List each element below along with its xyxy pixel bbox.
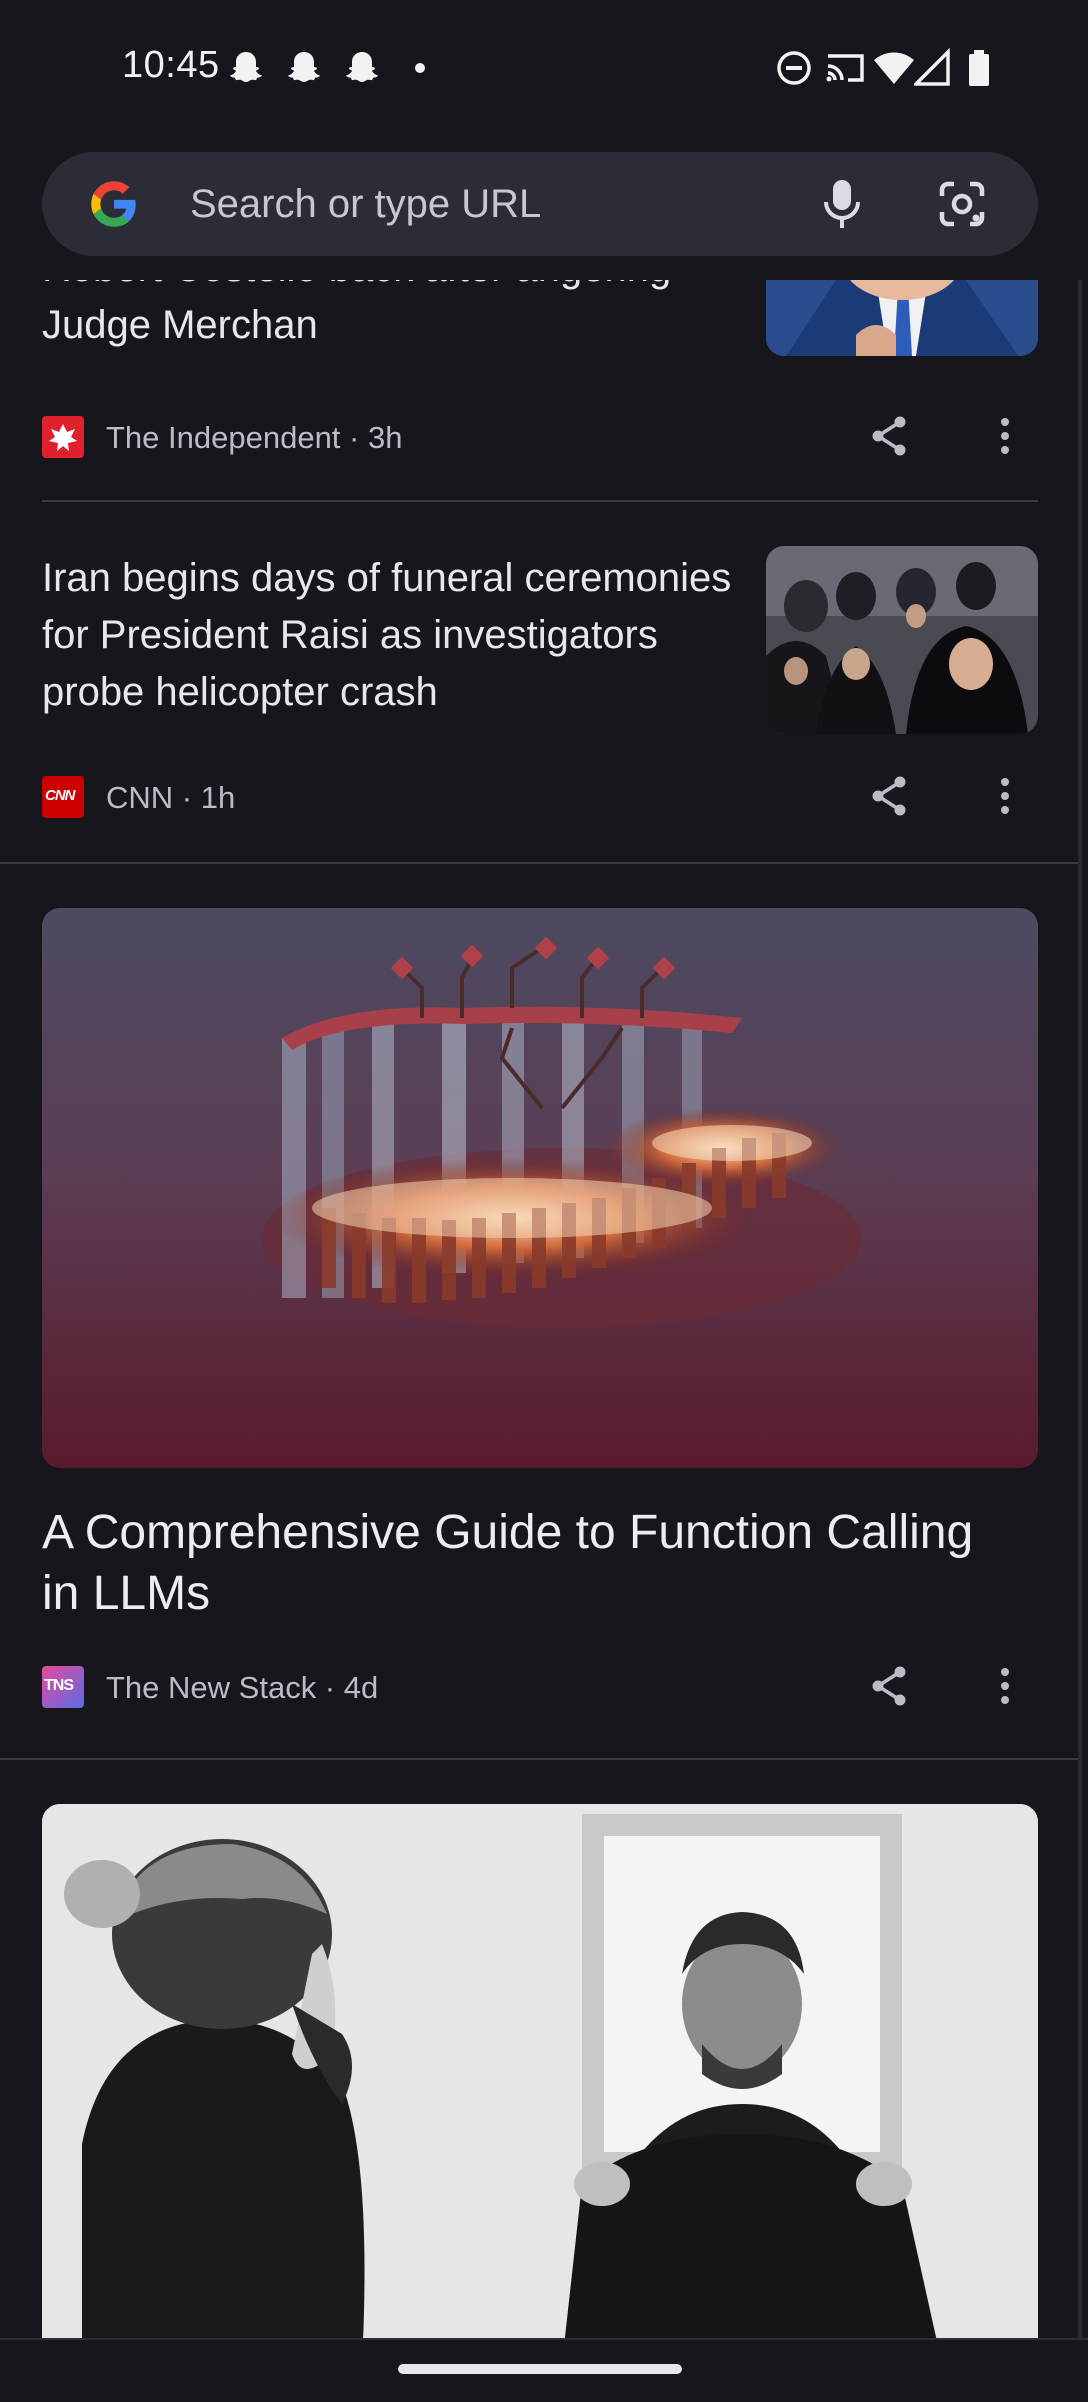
article-thumbnail[interactable] [766, 280, 1038, 356]
battery-icon [969, 50, 989, 86]
share-icon[interactable] [866, 772, 914, 820]
google-g-icon [91, 181, 136, 227]
article-headline[interactable]: Iran begins days of funeral ceremonies f… [42, 550, 742, 721]
source-meta: The Independent · 3h [106, 420, 403, 455]
article-source-row: CNN CNN · 1h [42, 776, 1042, 826]
more-options-icon[interactable] [990, 1662, 1020, 1710]
headline-line[interactable]: Judge Merchan [42, 297, 722, 354]
article-headline[interactable]: A Comprehensive Guide to Function Callin… [42, 1502, 1002, 1624]
status-time: 10:45 [122, 44, 220, 86]
article-hero-image[interactable] [42, 1804, 1038, 2340]
share-icon[interactable] [866, 1662, 914, 1710]
wifi-icon [874, 52, 914, 84]
article-thumbnail[interactable] [766, 546, 1038, 734]
scrollbar[interactable] [1078, 280, 1082, 2340]
source-meta: CNN · 1h [106, 780, 236, 815]
article-source-row: The Independent · 3h [42, 416, 1042, 466]
article-divider [42, 500, 1038, 502]
share-icon[interactable] [866, 412, 914, 460]
snapchat-icon [230, 52, 262, 82]
signal-icon [914, 48, 950, 86]
article-hero-image[interactable] [42, 908, 1038, 1468]
microphone-icon[interactable] [818, 176, 866, 232]
cast-icon [826, 54, 864, 82]
google-lens-icon[interactable] [936, 178, 988, 230]
news-feed[interactable]: Robert Costello back after angering Judg… [0, 280, 1080, 2340]
article-source-row: TNS The New Stack · 4d [42, 1666, 1042, 1716]
do-not-disturb-icon [777, 51, 811, 85]
dot-icon [415, 63, 425, 73]
source-meta: The New Stack · 4d [106, 1670, 379, 1705]
search-bar[interactable]: Search or type URL [42, 152, 1038, 256]
more-options-icon[interactable] [990, 412, 1020, 460]
search-input[interactable]: Search or type URL [190, 182, 541, 227]
home-gesture-handle[interactable] [398, 2364, 682, 2374]
more-options-icon[interactable] [990, 772, 1020, 820]
section-divider [0, 862, 1080, 864]
cnn-logo: CNN [42, 776, 84, 818]
the-new-stack-logo: TNS [42, 1666, 84, 1708]
snapchat-icon [346, 52, 378, 82]
status-bar: 10:45 [0, 0, 1088, 140]
headline-line-partial[interactable]: Robert Costello back after angering [42, 280, 722, 297]
article-headline[interactable]: Robert Costello back after angering Judg… [42, 280, 722, 354]
section-divider [0, 1758, 1080, 1760]
snapchat-icon [288, 52, 320, 82]
independent-logo [42, 416, 84, 458]
